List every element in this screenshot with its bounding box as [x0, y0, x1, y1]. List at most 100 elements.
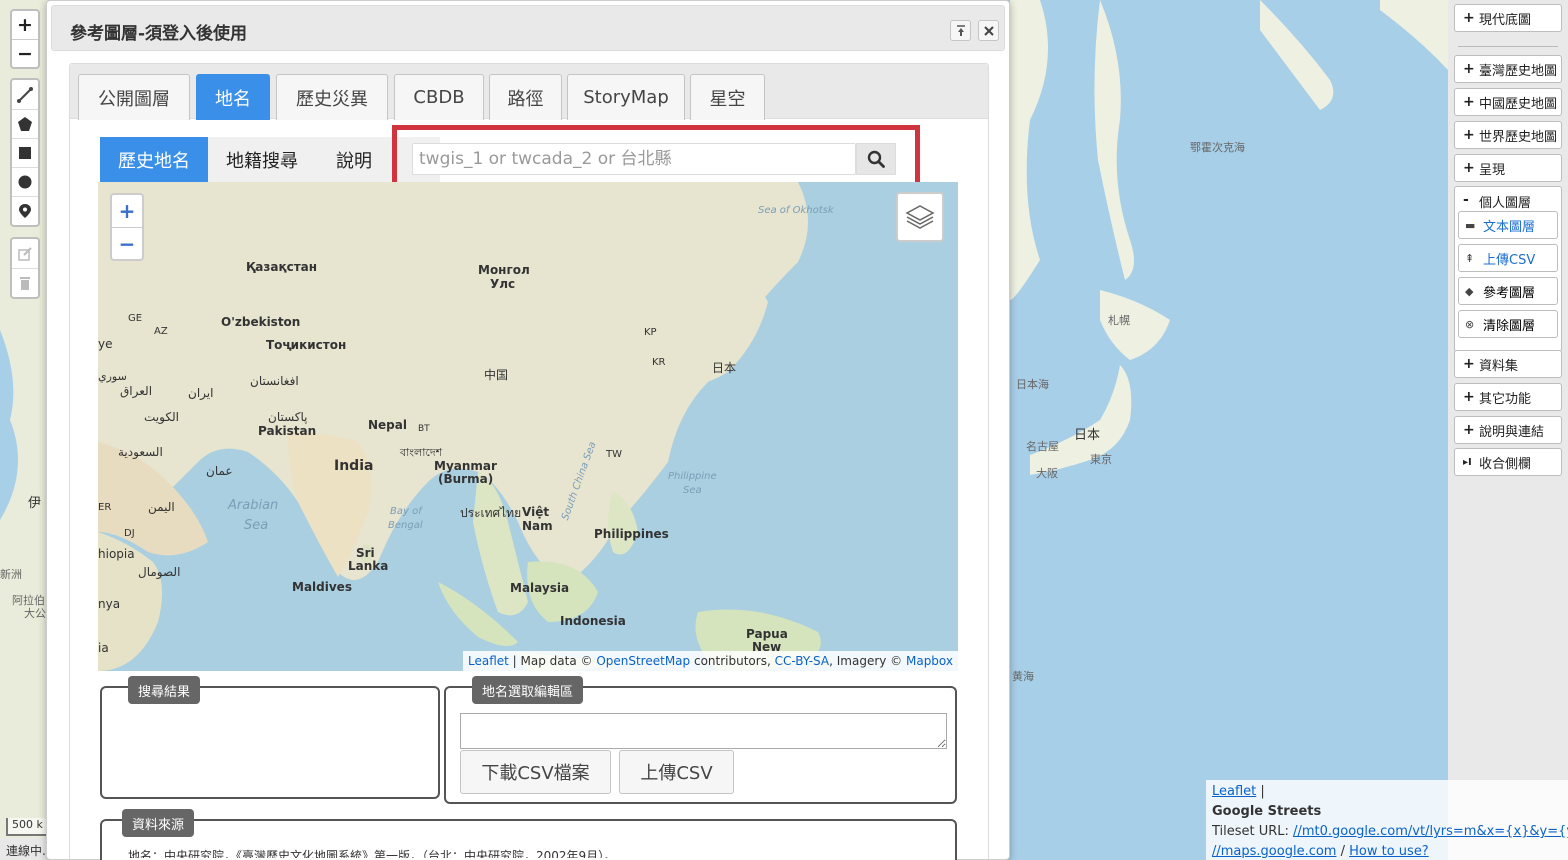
- map-label: DJ: [124, 528, 135, 539]
- map-label: الكويت: [144, 410, 179, 424]
- sidebar-subitem-reference-layer[interactable]: ◆ 參考圖層: [1458, 277, 1558, 305]
- draw-polygon-button[interactable]: [12, 109, 38, 138]
- osm-link[interactable]: OpenStreetMap: [596, 654, 690, 668]
- map-label: پاکستان: [268, 410, 308, 424]
- pin-button[interactable]: [950, 20, 971, 41]
- attr-text: contributors,: [690, 654, 775, 668]
- tab-routes[interactable]: 路徑: [489, 74, 562, 120]
- map-label: ye: [98, 337, 113, 351]
- bg-label: 東京: [1090, 453, 1112, 466]
- google-maps-link[interactable]: //maps.google.com: [1212, 844, 1336, 859]
- map-label: الصومال: [138, 565, 181, 579]
- expand-icon: +: [1463, 94, 1475, 110]
- bg-label: 名古屋: [1026, 440, 1059, 453]
- trash-icon: [20, 277, 30, 290]
- tab-cbdb[interactable]: CBDB: [394, 74, 484, 120]
- expand-icon: +: [1463, 160, 1475, 176]
- circle-icon: [18, 175, 32, 189]
- tileset-url-link[interactable]: //mt0.google.com/vt/lyrs=m&x={x}&y={y}&z…: [1293, 824, 1568, 839]
- sidebar-item-label: 資料集: [1479, 358, 1519, 374]
- upload-icon: ⇞: [1465, 251, 1475, 265]
- bg-label: 大阪: [1036, 467, 1058, 480]
- sidebar-subitem-upload-csv[interactable]: ⇞ 上傳CSV: [1458, 244, 1558, 272]
- bg-label: 札幌: [1108, 314, 1130, 327]
- map-zoom-out-button[interactable]: −: [112, 227, 142, 259]
- map-label: TW: [606, 449, 622, 460]
- sidebar-item-collapse[interactable]: ▸I 收合側欄: [1454, 448, 1562, 476]
- zoom-in-button[interactable]: +: [12, 11, 38, 39]
- subtab-cadastral-search[interactable]: 地籍搜尋: [216, 137, 308, 183]
- sidebar-subitem-label: 上傳CSV: [1483, 252, 1536, 268]
- sidebar-item-other-functions[interactable]: + 其它功能: [1454, 383, 1562, 411]
- map-label: Монгол: [478, 263, 530, 277]
- tab-starry-sky[interactable]: 星空: [690, 74, 765, 120]
- polygon-icon: [18, 117, 32, 131]
- dialog-title: 參考圖層-須登入後使用: [70, 24, 248, 44]
- place-name-map[interactable]: Қазақстан Монгол Улс O'zbekiston Тоҷикис…: [98, 182, 958, 671]
- tab-historical-disasters[interactable]: 歷史災異: [276, 74, 388, 120]
- edit-layers-button[interactable]: [12, 239, 38, 268]
- tab-public-layers[interactable]: 公開圖層: [78, 74, 190, 120]
- search-results-box: 搜尋結果: [100, 676, 440, 799]
- dialog-titlebar[interactable]: 參考圖層-須登入後使用: [51, 5, 1005, 51]
- bg-label: 大公: [24, 607, 46, 620]
- edit-icon: [18, 246, 32, 261]
- sidebar-item-world-historical-maps[interactable]: + 世界歷史地圖: [1454, 121, 1562, 149]
- zoom-out-button[interactable]: −: [12, 39, 38, 67]
- leaflet-link[interactable]: Leaflet: [468, 654, 509, 668]
- map-label: Sri: [356, 546, 375, 560]
- sidebar-item-help-links[interactable]: + 說明與連結: [1454, 416, 1562, 444]
- sidebar-subitem-clear-layers[interactable]: ⊗ 清除圖層: [1458, 310, 1558, 338]
- sidebar-item-modern-basemap[interactable]: + 現代底圖: [1454, 4, 1562, 32]
- map-label: Philippines: [594, 527, 669, 541]
- data-source-box: 資料來源 地名：中央研究院，《臺灣歷史文化地圖系統》第一版，（台北：中央研究院，…: [100, 809, 957, 860]
- leaflet-link[interactable]: Leaflet: [1212, 784, 1256, 799]
- sidebar-subitem-text-layer[interactable]: ▬ 文本圖層: [1458, 211, 1558, 239]
- map-label: Тоҷикистон: [266, 338, 347, 352]
- data-source-text: 地名：中央研究院，《臺灣歷史文化地圖系統》第一版，（台北：中央研究院，2002年…: [128, 849, 617, 860]
- layers-control[interactable]: [896, 192, 944, 242]
- how-to-use-link[interactable]: How to use?: [1349, 844, 1429, 859]
- map-label: (Burma): [438, 472, 494, 486]
- subtab-help[interactable]: 說明: [326, 137, 382, 183]
- folder-icon: ▬: [1465, 218, 1476, 232]
- map-label: Malaysia: [510, 581, 570, 595]
- delete-layers-button[interactable]: [12, 268, 38, 297]
- sidebar-subitem-label: 文本圖層: [1483, 219, 1536, 235]
- tab-storymap[interactable]: StoryMap: [567, 74, 685, 120]
- mapbox-link[interactable]: Mapbox: [906, 654, 953, 668]
- sidebar-item-label: 現代底圖: [1479, 12, 1532, 28]
- map-label: افغانستان: [250, 374, 299, 388]
- download-csv-button[interactable]: 下載CSV檔案: [460, 750, 611, 794]
- sidebar-item-china-historical-maps[interactable]: + 中國歷史地圖: [1454, 88, 1562, 116]
- map-label: Pakistan: [258, 424, 317, 438]
- draw-circle-button[interactable]: [12, 167, 38, 196]
- subtab-historical-place-names[interactable]: 歷史地名: [100, 137, 208, 183]
- search-results-legend: 搜尋結果: [128, 676, 201, 704]
- tab-place-names[interactable]: 地名: [196, 74, 270, 120]
- draw-polyline-button[interactable]: [12, 80, 38, 109]
- draw-rectangle-button[interactable]: [12, 138, 38, 167]
- map-land-shapes: [98, 182, 821, 671]
- draw-marker-button[interactable]: [12, 196, 38, 225]
- polyline-icon: [17, 86, 33, 103]
- close-button[interactable]: [978, 20, 999, 41]
- map-label: سوري: [98, 370, 127, 383]
- map-label: hiopia: [98, 547, 135, 561]
- map-attribution: Leaflet | Map data © OpenStreetMap contr…: [462, 651, 958, 671]
- license-link[interactable]: CC-BY-SA: [775, 654, 830, 668]
- sidebar-item-display[interactable]: + 呈現: [1454, 154, 1562, 182]
- map-label: nya: [98, 597, 121, 611]
- map-label: Myanmar: [434, 459, 497, 473]
- map-label: Sea of Okhotsk: [758, 205, 834, 216]
- upload-csv-button[interactable]: 上傳CSV: [619, 750, 734, 794]
- map-zoom-in-button[interactable]: +: [112, 195, 142, 227]
- expand-icon: +: [1463, 127, 1475, 143]
- sidebar-item-label: 中國歷史地圖: [1479, 96, 1558, 112]
- sidebar-item-datasets[interactable]: + 資料集: [1454, 350, 1562, 378]
- collapse-sidebar-icon: ▸I: [1463, 456, 1472, 468]
- map-label: Sea: [244, 518, 269, 533]
- sidebar-item-taiwan-historical-maps[interactable]: + 臺灣歷史地圖: [1454, 55, 1562, 83]
- map-label: ایران: [188, 386, 214, 400]
- place-name-textarea[interactable]: [460, 713, 947, 749]
